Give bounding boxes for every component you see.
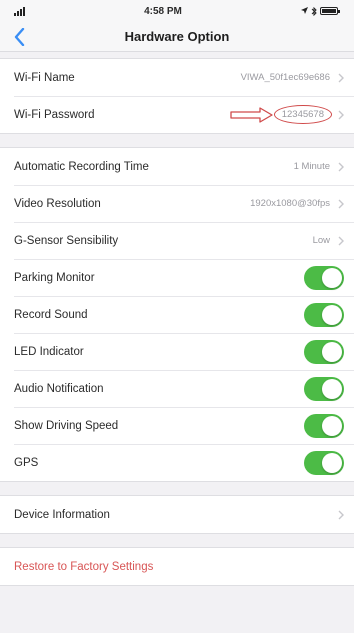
led-indicator-toggle[interactable] xyxy=(304,339,344,364)
toggle-label: GPS xyxy=(14,456,39,469)
audio-notification-toggle[interactable] xyxy=(304,376,344,401)
recording-time-row[interactable]: Automatic Recording Time 1 Minute xyxy=(0,148,354,185)
restore-factory-settings-label: Restore to Factory Settings xyxy=(14,560,154,573)
page-title: Hardware Option xyxy=(124,29,230,44)
recording-time-label: Automatic Recording Time xyxy=(14,160,149,173)
toggle-row-parking-monitor: Parking Monitor xyxy=(0,259,354,296)
gps-toggle[interactable] xyxy=(304,450,344,475)
wifi-password-label: Wi-Fi Password xyxy=(14,108,95,121)
chevron-right-icon xyxy=(338,236,344,245)
toggle-row-record-sound: Record Sound xyxy=(0,296,354,333)
toggle-label: LED Indicator xyxy=(14,345,84,358)
chevron-right-icon xyxy=(338,73,344,82)
status-icons xyxy=(300,6,340,16)
gsensor-label: G-Sensor Sensibility xyxy=(14,234,119,247)
device-group: Device Information xyxy=(0,495,354,534)
gsensor-row[interactable]: G-Sensor Sensibility Low xyxy=(0,222,354,259)
back-button[interactable] xyxy=(8,25,30,49)
device-information-row[interactable]: Device Information xyxy=(0,496,354,533)
wifi-password-value: 12345678 xyxy=(273,105,332,124)
restore-group: Restore to Factory Settings xyxy=(0,547,354,586)
chevron-right-icon xyxy=(338,110,344,119)
toggle-label: Show Driving Speed xyxy=(14,419,119,432)
toggle-label: Parking Monitor xyxy=(14,271,95,284)
video-resolution-label: Video Resolution xyxy=(14,197,101,210)
wifi-group: Wi-Fi Name VIWA_50f1ec69e686 Wi-Fi Passw… xyxy=(0,58,354,134)
navigation-bar: Hardware Option xyxy=(0,22,354,52)
record-sound-toggle[interactable] xyxy=(304,302,344,327)
status-time: 4:58 PM xyxy=(144,5,182,17)
bluetooth-icon xyxy=(311,6,317,16)
wifi-name-row[interactable]: Wi-Fi Name VIWA_50f1ec69e686 xyxy=(0,59,354,96)
password-annotation: 12345678 xyxy=(230,105,332,124)
location-icon xyxy=(300,7,308,14)
gsensor-value: Low xyxy=(312,235,330,246)
chevron-right-icon xyxy=(338,510,344,519)
settings-group: Automatic Recording Time 1 Minute Video … xyxy=(0,147,354,482)
wifi-name-value: VIWA_50f1ec69e686 xyxy=(240,72,330,83)
video-resolution-value: 1920x1080@30fps xyxy=(250,198,330,209)
parking-monitor-toggle[interactable] xyxy=(304,265,344,290)
toggle-row-gps: GPS xyxy=(0,444,354,481)
wifi-name-label: Wi-Fi Name xyxy=(14,71,75,84)
signal-icon xyxy=(14,6,25,16)
toggle-row-show-driving-speed: Show Driving Speed xyxy=(0,407,354,444)
restore-factory-settings-button[interactable]: Restore to Factory Settings xyxy=(0,548,354,585)
back-chevron-icon xyxy=(14,28,24,46)
video-resolution-row[interactable]: Video Resolution 1920x1080@30fps xyxy=(0,185,354,222)
toggle-label: Audio Notification xyxy=(14,382,104,395)
recording-time-value: 1 Minute xyxy=(293,161,330,172)
toggle-row-led-indicator: LED Indicator xyxy=(0,333,354,370)
chevron-right-icon xyxy=(338,162,344,171)
arrow-annotation-icon xyxy=(230,106,273,123)
chevron-right-icon xyxy=(338,199,344,208)
device-information-label: Device Information xyxy=(14,508,110,521)
toggle-label: Record Sound xyxy=(14,308,88,321)
toggle-row-audio-notification: Audio Notification xyxy=(0,370,354,407)
status-bar: 4:58 PM xyxy=(0,0,354,22)
wifi-password-row[interactable]: Wi-Fi Password 12345678 xyxy=(0,96,354,133)
battery-icon xyxy=(319,7,340,15)
show-driving-speed-toggle[interactable] xyxy=(304,413,344,438)
